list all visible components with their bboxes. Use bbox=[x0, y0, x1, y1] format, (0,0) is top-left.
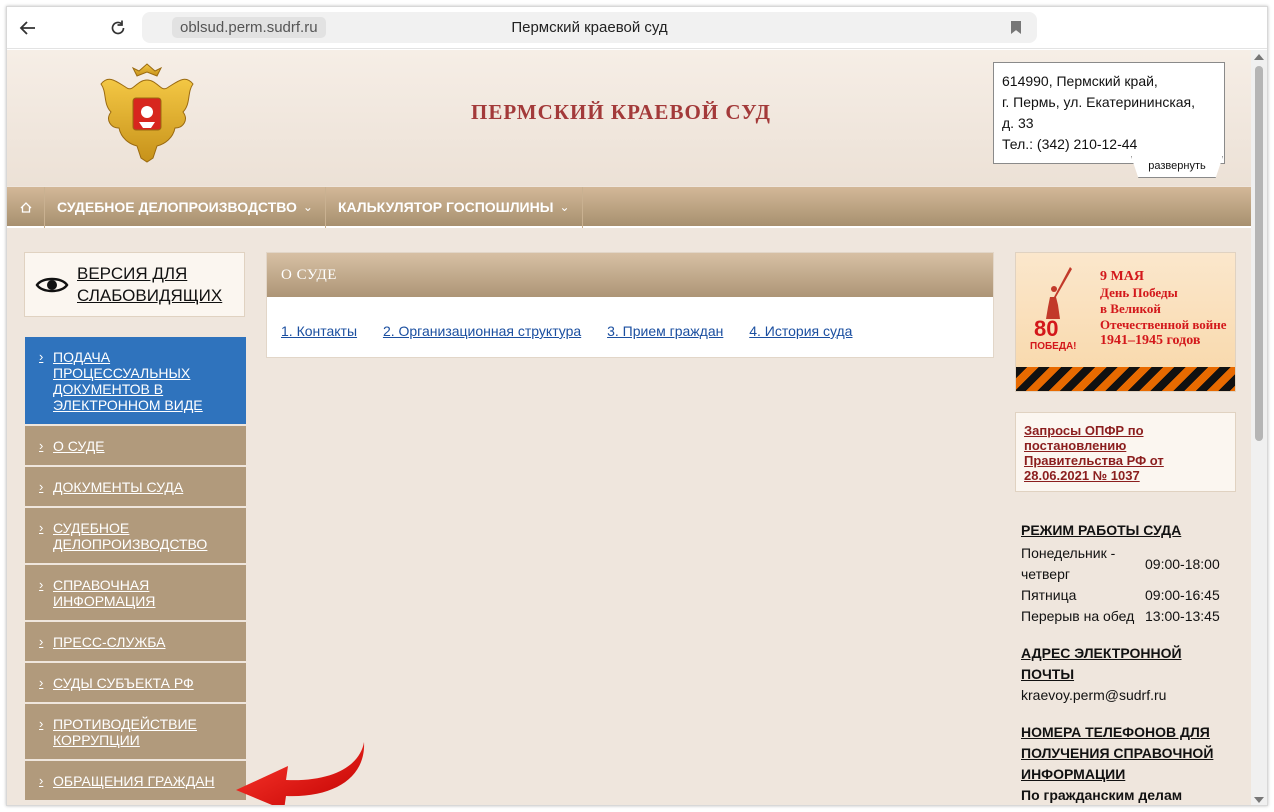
sidebar-item-about-court[interactable]: › О СУДЕ bbox=[25, 426, 246, 467]
phone-line: Тел.: (342) 210-12-44 bbox=[1002, 136, 1138, 152]
sidebar-item-label: СУДЕБНОЕ ДЕЛОПРОИЗВОДСТВО bbox=[53, 520, 208, 552]
table-row: Понедельник - четверг 09:00-18:00 bbox=[1021, 543, 1220, 585]
reload-icon[interactable] bbox=[105, 15, 131, 41]
email-title: АДРЕС ЭЛЕКТРОННОЙ ПОЧТЫ bbox=[1021, 645, 1182, 682]
sidebar-item-label: ОБРАЩЕНИЯ ГРАЖДАН bbox=[53, 773, 215, 789]
nav-item-label: КАЛЬКУЛЯТОР ГОСПОШЛИНЫ bbox=[337, 199, 554, 215]
sidebar-item-anti-corruption[interactable]: › ПРОТИВОДЕЙСТВИЕ КОРРУПЦИИ bbox=[25, 704, 246, 761]
back-arrow-icon[interactable] bbox=[15, 15, 41, 41]
banner-text: 9 МАЯ День Победы в Великой Отечественно… bbox=[1100, 269, 1227, 349]
label-line: СЛАБОВИДЯЩИХ bbox=[77, 285, 223, 305]
chevron-right-icon: › bbox=[39, 349, 44, 364]
section-title: О СУДЕ bbox=[267, 253, 993, 297]
sidebar-item-reference-info[interactable]: › СПРАВОЧНАЯ ИНФОРМАЦИЯ bbox=[25, 565, 246, 622]
link-court-history[interactable]: 4. История суда bbox=[749, 323, 852, 339]
schedule-title: РЕЖИМ РАБОТЫ СУДА bbox=[1021, 522, 1182, 538]
low-vision-version-label: ВЕРСИЯ ДЛЯ СЛАБОВИДЯЩИХ bbox=[77, 263, 222, 307]
banner-line: в Великой bbox=[1100, 301, 1161, 316]
chevron-right-icon: › bbox=[39, 438, 44, 453]
chevron-down-icon: ⌄ bbox=[559, 200, 570, 214]
sidebar-item-court-documents[interactable]: › ДОКУМЕНТЫ СУДА bbox=[25, 467, 246, 508]
sidebar-menu: › ПОДАЧА ПРОЦЕССУАЛЬНЫХ ДОКУМЕНТОВ В ЭЛЕКТРО… bbox=[25, 337, 246, 802]
sidebar-item-label: ПРОТИВОДЕЙСТВИЕ КОРРУПЦИИ bbox=[53, 716, 197, 748]
scroll-down-icon[interactable] bbox=[1254, 797, 1264, 803]
home-icon[interactable] bbox=[7, 187, 45, 228]
label-line: ВЕРСИЯ ДЛЯ bbox=[77, 263, 188, 283]
site-title: ПЕРМСКИЙ КРАЕВОЙ СУД bbox=[471, 100, 771, 124]
eye-icon bbox=[35, 277, 69, 292]
low-vision-version-button[interactable]: ВЕРСИЯ ДЛЯ СЛАБОВИДЯЩИХ bbox=[24, 252, 245, 317]
sidebar-item-label: О СУДЕ bbox=[53, 438, 105, 454]
court-info: РЕЖИМ РАБОТЫ СУДА Понедельник - четверг 0… bbox=[1021, 520, 1231, 805]
sidebar-item-label: ПРЕСС-СЛУЖБА bbox=[53, 634, 166, 650]
address-box: 614990, Пермский край, г. Пермь, ул. Ека… bbox=[993, 62, 1225, 164]
sidebar-item-label: СУДЫ СУБЪЕКТА РФ bbox=[53, 675, 194, 691]
browser-page-title: Пермский краевой суд bbox=[511, 19, 668, 36]
victory-day-banner[interactable]: 80 ПОБЕДА! 9 МАЯ День Победы в Великой О… bbox=[1015, 252, 1236, 392]
chevron-right-icon: › bbox=[39, 675, 44, 690]
schedule-time: 09:00-16:45 bbox=[1145, 587, 1220, 603]
banner-line: День Победы bbox=[1100, 285, 1178, 300]
sidebar-item-label: СПРАВОЧНАЯ ИНФОРМАЦИЯ bbox=[53, 577, 156, 609]
chevron-right-icon: › bbox=[39, 577, 44, 592]
link-citizen-reception[interactable]: 3. Прием граждан bbox=[607, 323, 723, 339]
chevron-right-icon: › bbox=[39, 634, 44, 649]
browser-window: oblsud.perm.sudrf.ru Пермский краевой су… bbox=[6, 6, 1268, 806]
chevron-right-icon: › bbox=[39, 479, 44, 494]
section-links: 1. Контакты 2. Организационная структура… bbox=[267, 297, 993, 339]
sidebar-item-citizen-appeals[interactable]: › ОБРАЩЕНИЯ ГРАЖДАН bbox=[25, 761, 246, 802]
sidebar-item-label: ПОДАЧА ПРОЦЕССУАЛЬНЫХ ДОКУМЕНТОВ В ЭЛЕКТРОН… bbox=[53, 349, 203, 413]
st-george-ribbon bbox=[1016, 367, 1235, 391]
sidebar-item-electronic-filing[interactable]: › ПОДАЧА ПРОЦЕССУАЛЬНЫХ ДОКУМЕНТОВ В ЭЛЕКТРО… bbox=[25, 337, 246, 426]
address-line: г. Пермь, ул. Екатерининская, bbox=[1002, 94, 1196, 110]
chevron-right-icon: › bbox=[39, 716, 44, 731]
sidebar-item-label: ДОКУМЕНТЫ СУДА bbox=[53, 479, 184, 495]
scrollbar-thumb[interactable] bbox=[1255, 66, 1263, 441]
banner-number: 80 bbox=[1034, 316, 1059, 341]
red-pointer-arrow-icon bbox=[236, 742, 365, 805]
expand-address-button[interactable]: развернуть bbox=[1131, 156, 1223, 178]
address-line: 614990, Пермский край, bbox=[1002, 73, 1158, 89]
nav-item-label: СУДЕБНОЕ ДЕЛОПРОИЗВОДСТВО bbox=[57, 199, 297, 215]
table-row: Пятница 09:00-16:45 bbox=[1021, 585, 1220, 606]
table-row: Перерыв на обед 13:00-13:45 bbox=[1021, 606, 1220, 627]
web-page: ПЕРМСКИЙ КРАЕВОЙ СУД 614990, Пермский кр… bbox=[7, 50, 1253, 805]
phones-subtitle: По гражданским делам bbox=[1021, 787, 1183, 803]
schedule-table: Понедельник - четверг 09:00-18:00 Пятница… bbox=[1021, 543, 1220, 627]
banner-line: 9 МАЯ bbox=[1100, 269, 1144, 284]
site-header: ПЕРМСКИЙ КРАЕВОЙ СУД 614990, Пермский кр… bbox=[7, 50, 1253, 186]
chevron-right-icon: › bbox=[39, 773, 44, 788]
nav-item-court-proceedings[interactable]: СУДЕБНОЕ ДЕЛОПРОИЗВОДСТВО ⌄ bbox=[45, 187, 326, 228]
nav-item-fee-calculator[interactable]: КАЛЬКУЛЯТОР ГОСПОШЛИНЫ ⌄ bbox=[326, 187, 583, 228]
phones-title: НОМЕРА ТЕЛЕФОНОВ ДЛЯ ПОЛУЧЕНИЯ СПРАВОЧНО… bbox=[1021, 724, 1214, 782]
sidebar-item-regional-courts[interactable]: › СУДЫ СУБЪЕКТА РФ bbox=[25, 663, 246, 704]
chevron-down-icon: ⌄ bbox=[302, 200, 313, 214]
motherland-statue-icon bbox=[1046, 267, 1072, 319]
schedule-day: Перерыв на обед bbox=[1021, 608, 1135, 624]
link-org-structure[interactable]: 2. Организационная структура bbox=[383, 323, 581, 339]
banner-line: 1941–1945 годов bbox=[1100, 333, 1201, 348]
main-nav: СУДЕБНОЕ ДЕЛОПРОИЗВОДСТВО ⌄ КАЛЬКУЛЯТОР … bbox=[7, 187, 1253, 228]
opfr-requests-link[interactable]: Запросы ОПФР по постановлению Правительс… bbox=[1015, 412, 1236, 492]
email-value: kraevoy.perm@sudrf.ru bbox=[1021, 687, 1167, 703]
address-bar[interactable]: oblsud.perm.sudrf.ru Пермский краевой су… bbox=[142, 12, 1037, 43]
browser-toolbar: oblsud.perm.sudrf.ru Пермский краевой су… bbox=[7, 7, 1267, 49]
link-contacts[interactable]: 1. Контакты bbox=[281, 323, 357, 339]
address-line: д. 33 bbox=[1002, 115, 1034, 131]
schedule-day: Понедельник - четверг bbox=[1021, 545, 1116, 582]
schedule-time: 13:00-13:45 bbox=[1145, 608, 1220, 624]
sidebar-item-press-service[interactable]: › ПРЕСС-СЛУЖБА bbox=[25, 622, 246, 663]
schedule-time: 09:00-18:00 bbox=[1145, 555, 1220, 572]
schedule-day: Пятница bbox=[1021, 587, 1077, 603]
chevron-right-icon: › bbox=[39, 520, 44, 535]
sidebar-item-court-proceedings[interactable]: › СУДЕБНОЕ ДЕЛОПРОИЗВОДСТВО bbox=[25, 508, 246, 565]
about-court-panel: О СУДЕ 1. Контакты 2. Организационная ст… bbox=[266, 252, 994, 358]
banner-pobeda: ПОБЕДА! bbox=[1030, 341, 1077, 352]
banner-line: Отечественной войне bbox=[1100, 317, 1227, 332]
scrollbar[interactable] bbox=[1251, 50, 1267, 805]
coat-of-arms-icon bbox=[100, 63, 194, 163]
scroll-up-icon[interactable] bbox=[1254, 54, 1264, 60]
